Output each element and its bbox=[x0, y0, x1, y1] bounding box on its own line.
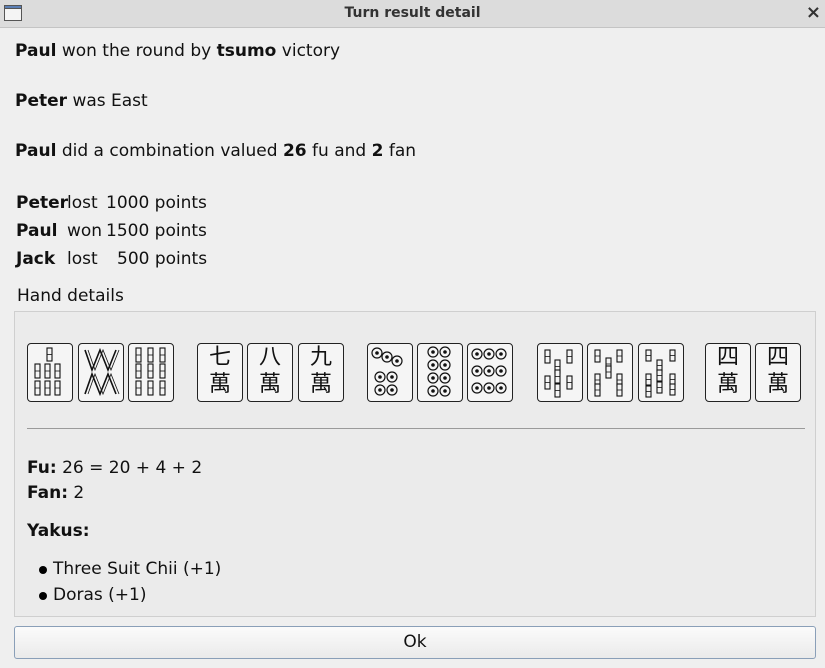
tile-characters-8: 八萬 bbox=[247, 343, 293, 402]
tile-bamboo-pattern bbox=[135, 347, 166, 396]
hand-details-panel: 七萬八萬九萬四萬四萬 Fu: 26 = 20 + 4 + 2 Fan: 2 Ya… bbox=[14, 311, 816, 617]
combination-summary: Paul did a combination valued 26 fu and … bbox=[15, 141, 417, 161]
fan-value: 2 bbox=[371, 141, 384, 161]
player-row: Paul won 1500 points bbox=[16, 221, 207, 241]
tile-circles-7 bbox=[367, 343, 413, 402]
tile-bamboo-pattern bbox=[594, 349, 623, 397]
tile-bamboo-8 bbox=[78, 343, 124, 402]
hand-tiles: 七萬八萬九萬四萬四萬 bbox=[27, 343, 807, 405]
tile-character-top: 九 bbox=[309, 345, 332, 370]
tile-bamboo-7 bbox=[27, 343, 73, 402]
yaku-item: Doras (+1) bbox=[38, 585, 147, 605]
tile-character-top: 四 bbox=[766, 345, 789, 370]
tile-character-bottom: 萬 bbox=[208, 372, 231, 397]
tile-character-bottom: 萬 bbox=[309, 372, 332, 397]
tile-bamboo-7 bbox=[537, 343, 583, 402]
fu-value: 26 bbox=[282, 141, 307, 161]
player-row: Peter lost 1000 points bbox=[16, 193, 207, 213]
round-summary: Paul won the round by tsumo victory bbox=[15, 41, 341, 61]
player-row: Jack lost 500 points bbox=[16, 249, 208, 269]
tile-character-top: 八 bbox=[258, 345, 281, 370]
tile-circles-9 bbox=[467, 343, 513, 402]
tile-bamboo-9 bbox=[128, 343, 174, 402]
title-bar: Turn result detail × bbox=[0, 0, 825, 28]
tile-bamboo-9 bbox=[638, 343, 684, 402]
tile-bamboo-pattern bbox=[84, 347, 120, 397]
tile-bamboo-pattern bbox=[645, 349, 676, 398]
tile-characters-7: 七萬 bbox=[197, 343, 243, 402]
tile-bamboo-pattern bbox=[544, 349, 573, 398]
tile-character-top: 四 bbox=[716, 345, 739, 370]
fu-breakdown: Fu: 26 = 20 + 4 + 2 bbox=[27, 458, 203, 478]
east-player: Peter bbox=[15, 91, 68, 111]
tile-circles-pattern bbox=[427, 346, 451, 397]
yaku-item: Three Suit Chii (+1) bbox=[38, 559, 222, 579]
tile-circles-pattern bbox=[371, 347, 403, 396]
tile-character-top: 七 bbox=[208, 345, 231, 370]
tile-circles-pattern bbox=[471, 348, 507, 394]
tile-bamboo-8 bbox=[587, 343, 633, 402]
hand-details-label: Hand details bbox=[17, 286, 124, 306]
tile-characters-4: 四萬 bbox=[705, 343, 751, 402]
close-icon[interactable]: × bbox=[806, 2, 821, 23]
tile-characters-9: 九萬 bbox=[298, 343, 344, 402]
win-type: tsumo bbox=[216, 41, 277, 61]
east-summary: Peter was East bbox=[15, 91, 148, 111]
yakus-heading: Yakus: bbox=[27, 521, 90, 541]
tile-bamboo-pattern bbox=[34, 347, 61, 396]
winner-name: Paul bbox=[15, 41, 57, 61]
ok-button[interactable]: Ok bbox=[14, 626, 816, 659]
window-title: Turn result detail bbox=[344, 5, 481, 21]
tile-circles-8 bbox=[417, 343, 463, 402]
tile-character-bottom: 萬 bbox=[258, 372, 281, 397]
tile-character-bottom: 萬 bbox=[716, 372, 739, 397]
divider bbox=[27, 428, 805, 429]
fan-total: Fan: 2 bbox=[27, 483, 85, 503]
tile-characters-4: 四萬 bbox=[755, 343, 801, 402]
tile-character-bottom: 萬 bbox=[766, 372, 789, 397]
